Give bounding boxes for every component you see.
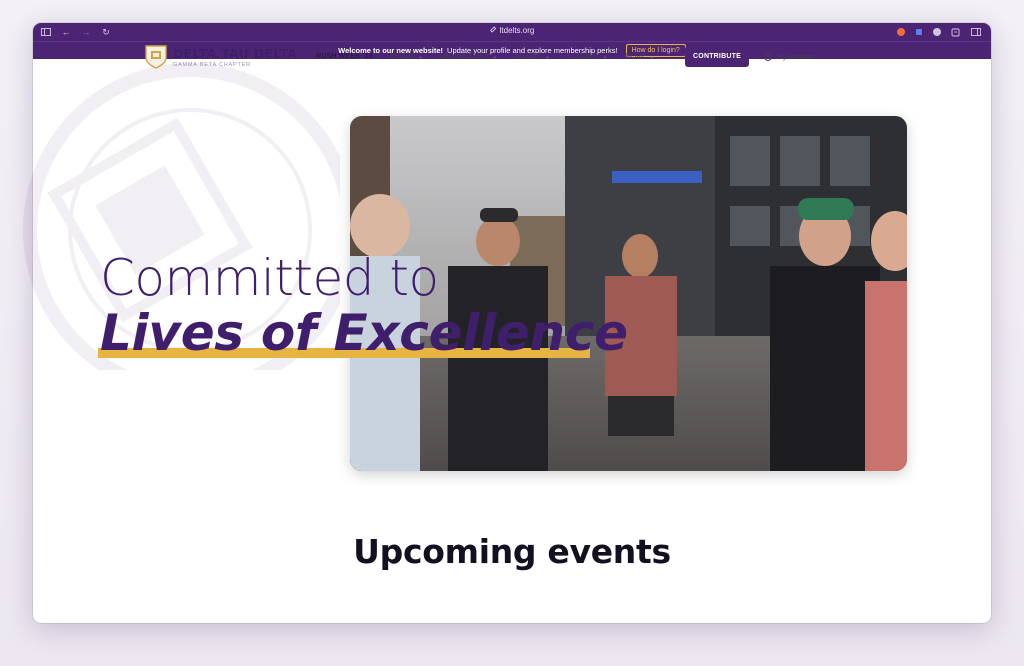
nav-item-alumni[interactable]: ALUMNI ⌄ (514, 53, 550, 60)
user-icon (764, 53, 772, 61)
extension-icon[interactable] (912, 25, 926, 39)
tabs-icon[interactable] (969, 25, 983, 39)
toolbar-right-controls (897, 25, 983, 39)
site-logo[interactable]: DELTA TAU DELTA GAMMA BETA CHAPTER (144, 44, 297, 70)
browser-toolbar: ← → ↻ ltdelts.org (33, 23, 991, 41)
account-label: My Account (777, 53, 814, 61)
address-bar[interactable]: ltdelts.org (490, 26, 535, 35)
profile-icon[interactable] (933, 28, 941, 36)
share-icon[interactable] (948, 25, 962, 39)
brand-name: DELTA TAU DELTA (173, 46, 298, 61)
toolbar-left-controls: ← → ↻ (39, 25, 113, 39)
nav-item-label: HISTORY (567, 53, 600, 60)
back-icon[interactable]: ← (59, 25, 73, 39)
nav-item-about[interactable]: ABOUT ⌄ (390, 53, 423, 60)
sidebar-icon[interactable] (39, 25, 53, 39)
chevron-down-icon: ⌄ (545, 54, 551, 60)
nav-item-history[interactable]: HISTORY ⌄ (567, 53, 608, 60)
upcoming-events-heading: Upcoming events (353, 532, 671, 571)
nav-item-label: MORE (624, 53, 647, 60)
chevron-down-icon: ⌄ (492, 54, 498, 60)
url-text: ltdelts.org (499, 26, 535, 35)
nav-item-label: MEMBERSHIP (440, 53, 490, 60)
link-icon (490, 26, 497, 35)
chevron-down-icon: ⌄ (417, 54, 424, 60)
hero-headline: Committed to Lives of Excellence (98, 249, 628, 362)
nav-item-membership[interactable]: MEMBERSHIP ⌄ (440, 53, 497, 60)
chevron-down-icon: ⌄ (602, 54, 608, 60)
nav-item-label: RUSH WEEK '23 (316, 53, 373, 60)
brave-shield-icon[interactable] (897, 28, 905, 36)
main-nav: RUSH WEEK '23 ABOUT ⌄ MEMBERSHIP ⌄ ALUMN… (316, 53, 672, 60)
my-account-link[interactable]: My Account (764, 53, 813, 61)
nav-item-label: ALUMNI (514, 53, 543, 60)
crest-icon (145, 45, 167, 69)
hero-line-2-wrapper: Lives of Excellence (98, 304, 628, 362)
hero-line-2: Lives of Excellence (100, 304, 628, 362)
nav-item-more[interactable]: MORE ⌄ (625, 53, 655, 60)
nav-item-label: ABOUT (389, 53, 415, 60)
brand-subtitle: GAMMA BETA CHAPTER (173, 62, 251, 68)
reload-icon[interactable]: ↻ (99, 25, 113, 39)
nav-item-rush-week[interactable]: RUSH WEEK '23 (316, 53, 373, 60)
chevron-down-icon: ⌄ (649, 54, 655, 60)
brand-text: DELTA TAU DELTA GAMMA BETA CHAPTER (173, 46, 297, 68)
hero-line-1: Committed to (100, 249, 439, 307)
forward-icon[interactable]: → (79, 25, 93, 39)
contribute-button[interactable]: CONTRIBUTE (685, 46, 749, 67)
